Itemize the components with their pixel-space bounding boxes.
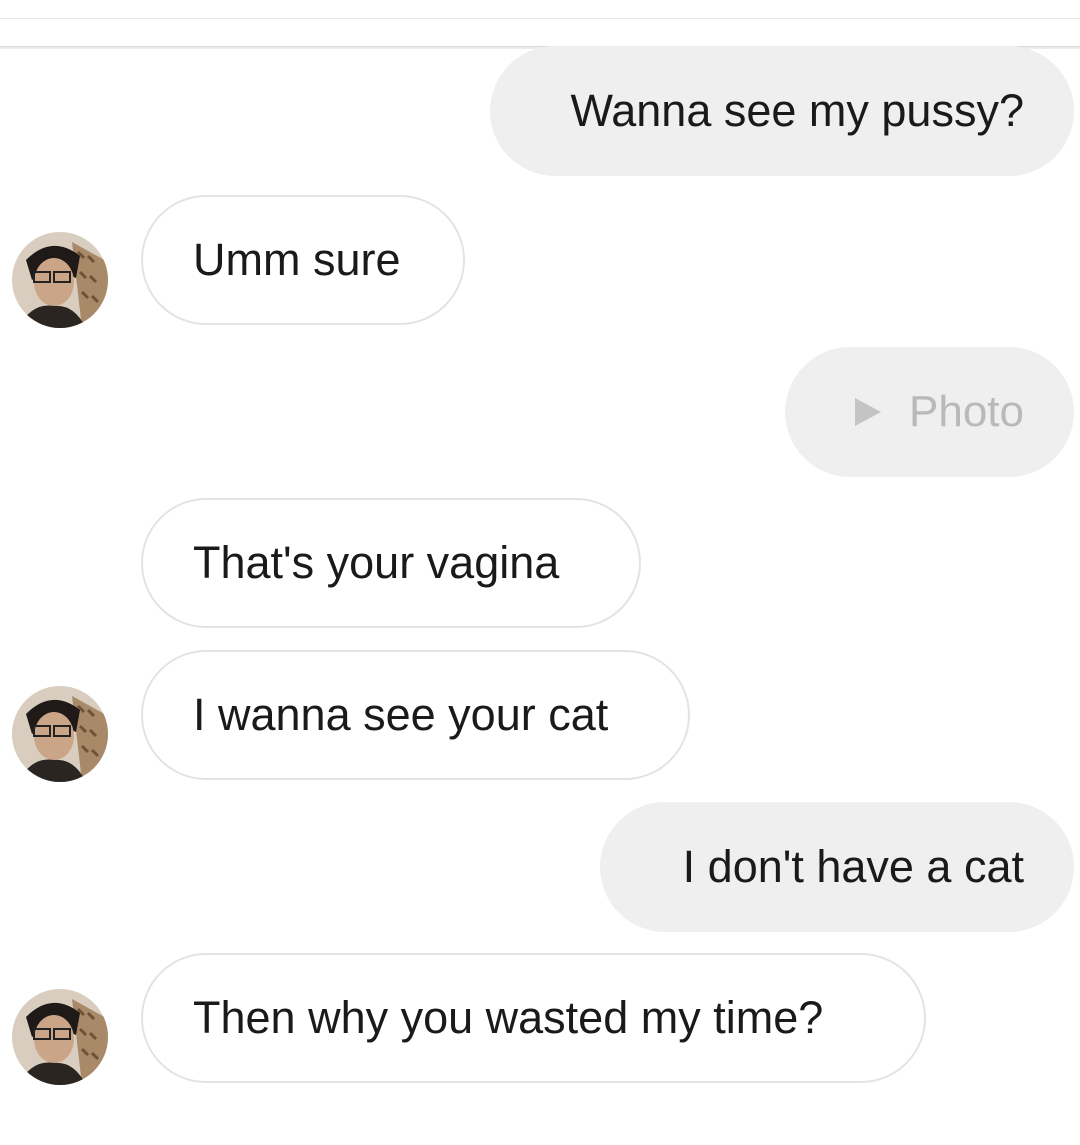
message-bubble-outgoing[interactable]: Wanna see my pussy? — [490, 46, 1074, 176]
user-avatar[interactable] — [12, 686, 108, 782]
message-text: I wanna see your cat — [193, 689, 609, 740]
message-bubble-incoming[interactable]: Umm sure — [141, 195, 465, 325]
message-text: Then why you wasted my time? — [193, 992, 824, 1043]
user-avatar[interactable] — [12, 989, 108, 1085]
message-bubble-outgoing[interactable]: I don't have a cat — [600, 802, 1074, 932]
user-avatar[interactable] — [12, 232, 108, 328]
message-text: Wanna see my pussy? — [570, 85, 1024, 136]
message-text: I don't have a cat — [682, 841, 1024, 892]
play-icon — [855, 398, 882, 426]
top-divider — [0, 18, 1080, 19]
message-text: That's your vagina — [193, 537, 560, 588]
photo-message-bubble[interactable]: Photo — [785, 347, 1074, 477]
message-text: Umm sure — [193, 234, 401, 285]
photo-label: Photo — [909, 387, 1024, 436]
message-bubble-incoming[interactable]: I wanna see your cat — [141, 650, 690, 780]
top-bar — [0, 0, 1080, 47]
message-bubble-incoming[interactable]: That's your vagina — [141, 498, 641, 628]
message-bubble-incoming[interactable]: Then why you wasted my time? — [141, 953, 926, 1083]
